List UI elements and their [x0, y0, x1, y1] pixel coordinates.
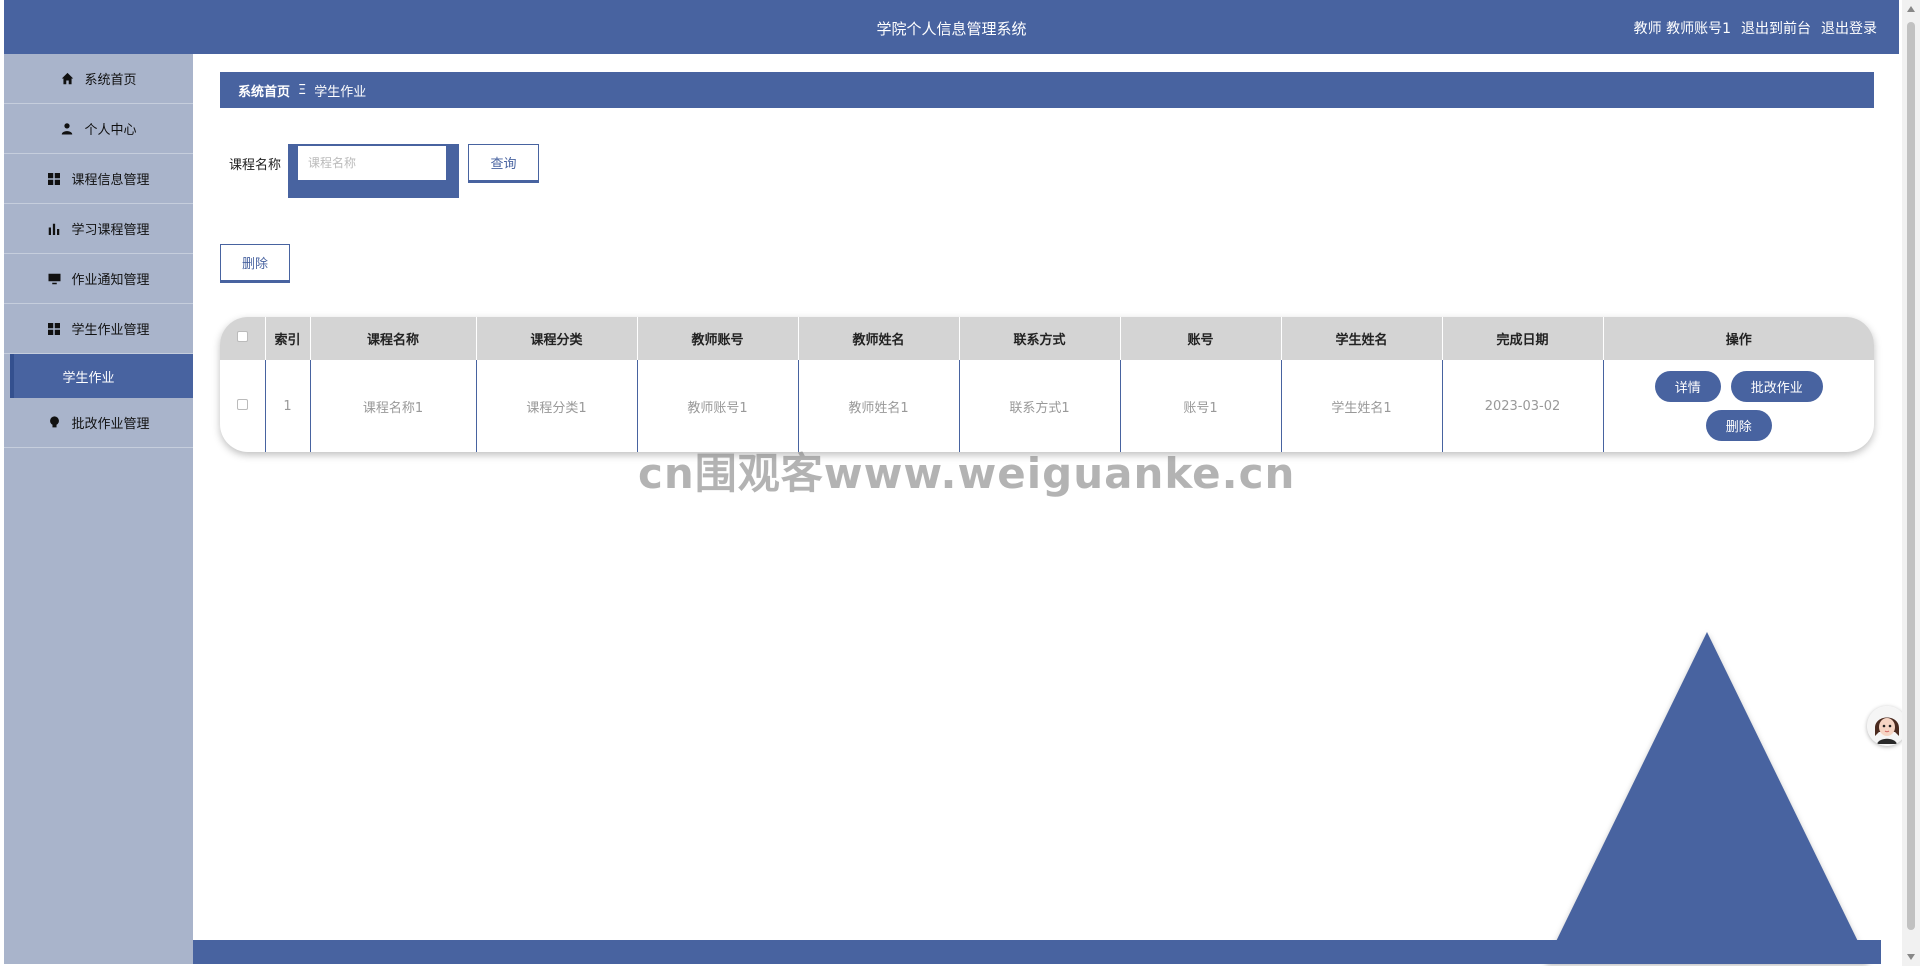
sidebar-item-label: 作业通知管理 — [71, 273, 150, 288]
table-row: 1 课程名称1 课程分类1 教师账号1 教师姓名1 联系方式1 账号1 学生姓名… — [220, 360, 1874, 452]
sidebar-item-label: 系统首页 — [84, 73, 137, 88]
select-all-header — [220, 317, 266, 360]
sidebar-item-label: 学习课程管理 — [71, 223, 150, 238]
sidebar-item-label: 学生作业管理 — [71, 323, 150, 338]
breadcrumb-home[interactable]: 系统首页 — [238, 81, 290, 100]
table-cell: 1 — [265, 360, 311, 452]
bar-chart-icon — [47, 222, 61, 236]
sidebar-item-home[interactable]: 系统首页 — [4, 54, 193, 104]
header-cell: 课程名称 — [310, 317, 477, 360]
search-field-wrapper — [288, 144, 459, 198]
footer-bar — [193, 940, 1881, 964]
scroll-down-arrow-icon[interactable] — [1907, 954, 1915, 960]
grade-homework-button[interactable]: 批改作业 — [1730, 371, 1823, 402]
header-cell: 完成日期 — [1442, 317, 1604, 360]
header-cell: 课程分类 — [476, 317, 638, 360]
sidebar-item-label: 批改作业管理 — [71, 417, 150, 432]
table-cell: 课程分类1 — [476, 360, 638, 452]
header-cell: 账号 — [1120, 317, 1282, 360]
sidebar-item-label: 课程信息管理 — [71, 173, 150, 188]
header-cell: 学生姓名 — [1281, 317, 1443, 360]
header-cell: 教师账号 — [637, 317, 799, 360]
header-cell: 操作 — [1725, 333, 1752, 348]
table-cell: 教师姓名1 — [798, 360, 960, 452]
course-name-label: 课程名称 — [229, 158, 282, 173]
table-header-row: 索引 课程名称 课程分类 教师账号 教师姓名 联系方式 账号 学生姓名 完成日期… — [220, 317, 1874, 360]
row-delete-button[interactable]: 删除 — [1705, 410, 1772, 441]
bulb-icon — [47, 416, 61, 430]
top-header: 学院个人信息管理系统 教师 教师账号1 退出到前台 退出登录 — [4, 0, 1899, 54]
sidebar-item-homework-notice[interactable]: 作业通知管理 — [4, 254, 193, 304]
sidebar-subitem-student-homework[interactable]: 学生作业 — [10, 354, 193, 398]
user-menu: 教师 教师账号1 退出到前台 退出登录 — [1634, 18, 1877, 38]
sidebar-item-personal-center[interactable]: 个人中心 — [4, 104, 193, 154]
sidebar-item-student-homework[interactable]: 学生作业管理 — [4, 304, 193, 354]
scrollbar-thumb[interactable] — [1907, 22, 1915, 930]
header-cell: 联系方式 — [959, 317, 1121, 360]
watermark: cn围观客www.weiguanke.cn — [638, 449, 1296, 498]
page-scrollbar[interactable] — [1902, 0, 1920, 966]
detail-button[interactable]: 详情 — [1654, 371, 1721, 402]
user-icon — [60, 122, 74, 136]
sidebar: 系统首页 个人中心 课程信息管理 学习课程管理 作业通知管理 学生作业管理 学生… — [4, 54, 193, 964]
grid-icon — [47, 172, 61, 186]
exit-to-front-link[interactable]: 退出到前台 — [1741, 18, 1811, 38]
select-all-checkbox[interactable] — [236, 331, 248, 342]
logout-link[interactable]: 退出登录 — [1821, 18, 1877, 38]
batch-delete-button[interactable]: 删除 — [220, 244, 290, 281]
monitor-icon — [47, 272, 61, 286]
breadcrumb: 系统首页 Ξ 学生作业 — [220, 72, 1874, 108]
table-cell: 联系方式1 — [959, 360, 1121, 452]
decorative-triangle — [1545, 632, 1869, 964]
app-title: 学院个人信息管理系统 — [876, 20, 1027, 38]
row-checkbox[interactable] — [236, 398, 248, 410]
table-cell: 课程名称1 — [310, 360, 477, 452]
actions-cell: 详情 批改作业 删除 — [1603, 360, 1874, 452]
breadcrumb-current: 学生作业 — [314, 84, 367, 100]
assistant-avatar[interactable] — [1867, 706, 1907, 746]
table-cell: 2023-03-02 — [1442, 360, 1604, 452]
grid-icon — [47, 322, 61, 336]
home-icon — [60, 72, 74, 86]
homework-table: 索引 课程名称 课程分类 教师账号 教师姓名 联系方式 账号 学生姓名 完成日期… — [220, 317, 1874, 452]
breadcrumb-separator: Ξ — [298, 82, 307, 98]
sidebar-item-label: 个人中心 — [84, 123, 137, 138]
header-cell: 教师姓名 — [798, 317, 960, 360]
table-cell: 账号1 — [1120, 360, 1282, 452]
table-cell: 教师账号1 — [637, 360, 799, 452]
user-info: 教师 教师账号1 — [1633, 21, 1731, 37]
header-cell: 索引 — [265, 317, 311, 360]
row-select-cell — [220, 360, 266, 452]
sidebar-item-grade-homework[interactable]: 批改作业管理 — [4, 398, 193, 448]
scroll-up-arrow-icon[interactable] — [1907, 6, 1915, 12]
query-button[interactable]: 查询 — [468, 144, 539, 181]
table-cell: 学生姓名1 — [1281, 360, 1443, 452]
sidebar-item-study-course[interactable]: 学习课程管理 — [4, 204, 193, 254]
sidebar-subitem-label: 学生作业 — [62, 370, 115, 386]
sidebar-item-course-info[interactable]: 课程信息管理 — [4, 154, 193, 204]
course-name-input[interactable] — [298, 146, 446, 180]
